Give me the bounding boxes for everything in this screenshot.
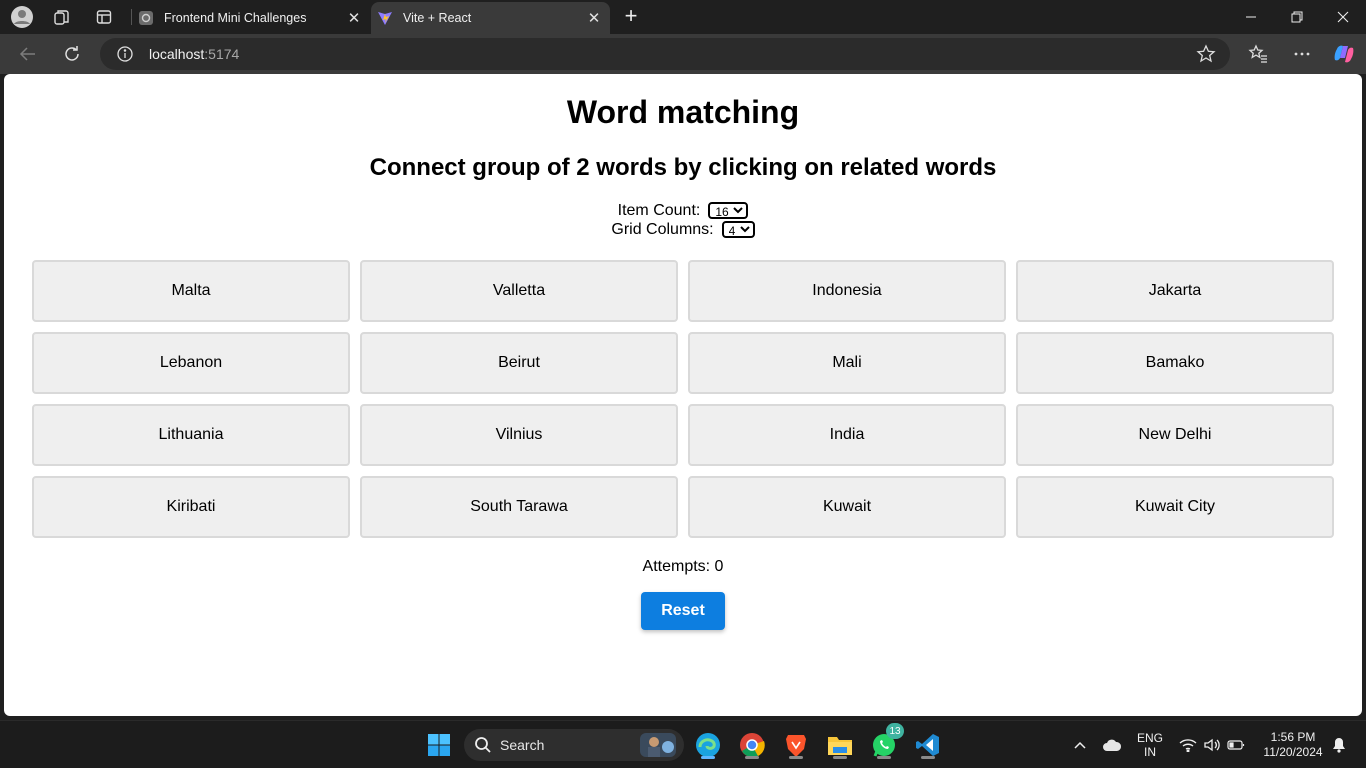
tab-vite-react[interactable]: Vite + React ✕ <box>371 2 610 34</box>
refresh-icon[interactable] <box>58 40 86 68</box>
show-hidden-icons-chevron-icon[interactable] <box>1064 729 1096 761</box>
windows-start-icon[interactable] <box>423 729 455 761</box>
search-icon <box>474 736 492 759</box>
running-app-indicator <box>833 756 847 759</box>
address-bar[interactable]: localhost:5174 <box>100 38 1230 70</box>
word-card[interactable]: Kuwait City <box>1016 476 1334 538</box>
reset-button[interactable]: Reset <box>641 592 725 630</box>
taskbar-search-box[interactable]: Search <box>464 729 684 761</box>
close-window-icon[interactable] <box>1320 0 1366 34</box>
tab-title: Frontend Mini Challenges <box>164 11 307 25</box>
page-viewport: Word matching Connect group of 2 words b… <box>4 74 1362 716</box>
word-card[interactable]: Vilnius <box>360 404 678 466</box>
running-app-indicator <box>789 756 803 759</box>
clock[interactable]: 1:56 PM 11/20/2024 <box>1256 730 1330 760</box>
language-indicator[interactable]: ENG IN <box>1132 731 1168 759</box>
url-host: localhost <box>149 46 205 62</box>
running-app-indicator <box>921 756 935 759</box>
page-favicon-icon <box>138 10 154 26</box>
vertical-tabs-icon[interactable] <box>92 5 116 29</box>
grid-columns-control: Grid Columns: 4 <box>4 221 1362 239</box>
word-card[interactable]: Lithuania <box>32 404 350 466</box>
brave-icon[interactable] <box>780 729 812 761</box>
profile-avatar-icon[interactable] <box>10 5 34 29</box>
word-card[interactable]: Malta <box>32 260 350 322</box>
word-card[interactable]: India <box>688 404 1006 466</box>
word-card[interactable]: Jakarta <box>1016 260 1334 322</box>
word-card[interactable]: Beirut <box>360 332 678 394</box>
favorites-list-icon[interactable] <box>1244 40 1272 68</box>
vite-logo-icon <box>377 10 393 26</box>
close-tab-icon[interactable]: ✕ <box>582 6 606 30</box>
vscode-icon[interactable] <box>912 729 944 761</box>
search-highlight-icon <box>640 733 676 762</box>
edge-browser-icon[interactable] <box>692 729 724 761</box>
browser-toolbar: localhost:5174 <box>0 34 1366 74</box>
item-count-select[interactable]: 16 <box>708 202 749 220</box>
copilot-icon[interactable] <box>1330 40 1358 68</box>
word-card[interactable]: Mali <box>688 332 1006 394</box>
clock-time: 1:56 PM <box>1270 730 1316 744</box>
word-card[interactable]: South Tarawa <box>360 476 678 538</box>
battery-icon[interactable] <box>1220 729 1252 761</box>
onedrive-cloud-icon[interactable] <box>1096 729 1128 761</box>
clock-date: 11/20/2024 <box>1263 745 1323 759</box>
item-count-label: Item Count: <box>617 202 701 219</box>
word-card[interactable]: Bamako <box>1016 332 1334 394</box>
url-port: :5174 <box>204 46 240 62</box>
item-count-control: Item Count: 16 <box>4 202 1362 220</box>
file-explorer-icon[interactable] <box>824 729 856 761</box>
word-card[interactable]: Indonesia <box>688 260 1006 322</box>
grid-columns-select[interactable]: 4 <box>721 221 755 239</box>
more-options-icon[interactable] <box>1288 40 1316 68</box>
word-grid: Malta Valletta Indonesia Jakarta Lebanon… <box>32 260 1334 538</box>
page-subtitle: Connect group of 2 words by clicking on … <box>369 154 997 181</box>
whatsapp-icon[interactable]: 13 <box>868 723 904 761</box>
favorite-star-icon[interactable] <box>1196 44 1216 64</box>
workspaces-icon[interactable] <box>50 5 74 29</box>
grid-columns-label: Grid Columns: <box>611 221 714 238</box>
tab-frontend-mini-challenges[interactable]: Frontend Mini Challenges ✕ <box>132 2 370 34</box>
word-card[interactable]: Kiribati <box>32 476 350 538</box>
url-text: localhost:5174 <box>149 46 239 62</box>
active-app-indicator <box>701 756 715 759</box>
close-tab-icon[interactable]: ✕ <box>342 6 366 30</box>
word-card[interactable]: New Delhi <box>1016 404 1334 466</box>
new-tab-icon[interactable]: + <box>619 5 643 29</box>
running-app-indicator <box>745 756 759 759</box>
word-card[interactable]: Valletta <box>360 260 678 322</box>
os-taskbar: Search 13 ENG IN 1:56 PM 11/20/2024 <box>0 720 1366 768</box>
search-label: Search <box>500 737 545 753</box>
word-card[interactable]: Kuwait <box>688 476 1006 538</box>
attempts-counter: Attempts: 0 <box>642 558 724 575</box>
tab-title: Vite + React <box>403 11 472 25</box>
language-code: ENG <box>1136 731 1163 745</box>
restore-icon[interactable] <box>1274 0 1320 34</box>
chrome-icon[interactable] <box>736 729 768 761</box>
running-app-indicator <box>877 756 891 759</box>
notification-badge: 13 <box>886 723 904 739</box>
word-card[interactable]: Lebanon <box>32 332 350 394</box>
minimize-icon[interactable] <box>1228 0 1274 34</box>
page-title: Word matching <box>566 94 800 130</box>
back-arrow-icon[interactable] <box>14 40 42 68</box>
site-info-icon[interactable] <box>116 45 134 63</box>
keyboard-region: IN <box>1144 745 1156 759</box>
browser-tab-bar: Frontend Mini Challenges ✕ Vite + React … <box>0 0 1366 34</box>
notification-bell-icon[interactable] <box>1323 729 1355 761</box>
